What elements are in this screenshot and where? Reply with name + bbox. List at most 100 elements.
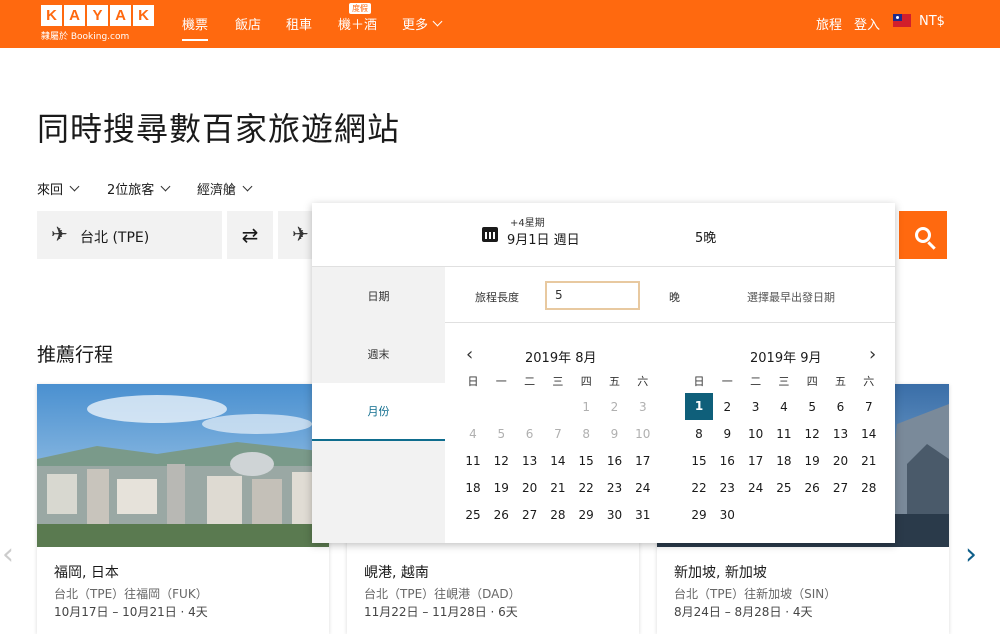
- calendar-day[interactable]: 6: [516, 422, 544, 446]
- calendar-day[interactable]: 7: [855, 395, 883, 419]
- calendar-day[interactable]: 12: [798, 422, 826, 446]
- calendar-day[interactable]: 16: [601, 449, 629, 473]
- calendar-day[interactable]: 11: [459, 449, 487, 473]
- calendar-day[interactable]: 13: [516, 449, 544, 473]
- trip-type-dropdown[interactable]: 來回: [37, 179, 80, 198]
- calendar-day[interactable]: 21: [855, 449, 883, 473]
- calendar-day[interactable]: 29: [685, 503, 713, 527]
- calendar-day[interactable]: 2: [713, 395, 741, 419]
- calendar-day[interactable]: 17: [629, 449, 657, 473]
- nav-trips[interactable]: 旅程: [816, 14, 842, 33]
- calendar-day[interactable]: 1: [685, 393, 713, 420]
- calendar-day[interactable]: 6: [827, 395, 855, 419]
- nav-more[interactable]: 更多: [402, 14, 443, 33]
- calendar-day[interactable]: 3: [629, 395, 657, 419]
- weekday-label: 三: [778, 375, 790, 388]
- calendar-day[interactable]: 20: [827, 449, 855, 473]
- calendar-day[interactable]: 5: [487, 422, 515, 446]
- calendar-day[interactable]: 27: [827, 476, 855, 500]
- origin-value: 台北 (TPE): [80, 230, 150, 246]
- calendar-day[interactable]: 11: [770, 422, 798, 446]
- calendar-day[interactable]: 4: [459, 422, 487, 446]
- tab-months[interactable]: 月份: [312, 383, 445, 441]
- calendar-day[interactable]: 25: [770, 476, 798, 500]
- calendar-day[interactable]: 23: [601, 476, 629, 500]
- calendar-day[interactable]: 10: [629, 422, 657, 446]
- calendar-day[interactable]: 20: [516, 476, 544, 500]
- recommend-card-fukuoka[interactable]: 福岡, 日本 台北（TPE）往福岡（FUK） 10月17日 – 10月21日 ·…: [37, 384, 329, 634]
- calendar-day[interactable]: 19: [487, 476, 515, 500]
- carousel-next-icon[interactable]: ›: [965, 537, 977, 572]
- pick-earliest-link[interactable]: 選擇最早出發日期: [747, 289, 835, 305]
- calendar-day[interactable]: 3: [742, 395, 770, 419]
- cabin-dropdown[interactable]: 經濟艙: [197, 179, 253, 198]
- calendar-day[interactable]: 27: [516, 503, 544, 527]
- calendar-day[interactable]: 24: [629, 476, 657, 500]
- weekday-label: 一: [495, 375, 507, 388]
- calendar-day[interactable]: 28: [855, 476, 883, 500]
- calendar-day[interactable]: 24: [742, 476, 770, 500]
- swap-button[interactable]: ⇄: [227, 211, 273, 259]
- calendar-day[interactable]: 10: [742, 422, 770, 446]
- calendar-day[interactable]: 17: [742, 449, 770, 473]
- calendar-day[interactable]: 18: [770, 449, 798, 473]
- trip-length-input[interactable]: 5: [545, 281, 640, 310]
- nights-field[interactable]: 5晚: [695, 227, 716, 246]
- date-picker-popup: +4星期 9月1日 週日 5晚 日期 週末 月份 旅程長度 5 晚 選擇最早出發…: [312, 203, 895, 543]
- currency-selector[interactable]: NT$: [919, 14, 945, 29]
- calendar-day[interactable]: 9: [601, 422, 629, 446]
- chevron-down-icon: [160, 181, 171, 192]
- calendar-day[interactable]: 18: [459, 476, 487, 500]
- calendar-day[interactable]: 13: [827, 422, 855, 446]
- calendar-day[interactable]: 29: [572, 503, 600, 527]
- calendar-day[interactable]: 21: [544, 476, 572, 500]
- chevron-down-icon: [242, 181, 253, 192]
- calendar-day[interactable]: 5: [798, 395, 826, 419]
- calendar-day[interactable]: 22: [685, 476, 713, 500]
- nav-flights[interactable]: 機票: [182, 14, 209, 41]
- calendar-day[interactable]: 12: [487, 449, 515, 473]
- travelers-dropdown[interactable]: 2位旅客: [107, 179, 171, 198]
- cabin-label: 經濟艙: [197, 183, 237, 198]
- origin-field[interactable]: ✈ 台北 (TPE): [37, 211, 222, 259]
- kayak-logo[interactable]: K A Y A K: [41, 5, 154, 26]
- tab-weekends[interactable]: 週末: [312, 325, 445, 383]
- carousel-prev-icon[interactable]: ‹: [2, 537, 14, 572]
- weekday-label: 二: [524, 375, 536, 388]
- calendar-day[interactable]: 15: [685, 449, 713, 473]
- calendar-day[interactable]: 30: [601, 503, 629, 527]
- calendar-day[interactable]: 30: [713, 503, 741, 527]
- calendar-day[interactable]: 15: [572, 449, 600, 473]
- calendar-day[interactable]: 23: [713, 476, 741, 500]
- calendar-day[interactable]: 16: [713, 449, 741, 473]
- calendar-day[interactable]: 4: [770, 395, 798, 419]
- calendar-day[interactable]: 14: [855, 422, 883, 446]
- calendar-day[interactable]: 8: [685, 422, 713, 446]
- taiwan-flag-icon[interactable]: [893, 14, 911, 27]
- card-route: 台北（TPE）往峴港（DAD）: [364, 587, 521, 601]
- calendar-day[interactable]: 26: [487, 503, 515, 527]
- nav-packages[interactable]: 機＋酒: [338, 14, 377, 33]
- calendar-next-icon[interactable]: ›: [869, 344, 876, 365]
- calendar-day[interactable]: 7: [544, 422, 572, 446]
- search-button[interactable]: [899, 211, 947, 259]
- calendar-day[interactable]: 28: [544, 503, 572, 527]
- nav-login[interactable]: 登入: [854, 14, 880, 33]
- calendar-day[interactable]: 14: [544, 449, 572, 473]
- nav-cars[interactable]: 租車: [286, 14, 312, 33]
- calendar-day[interactable]: 22: [572, 476, 600, 500]
- start-date-field[interactable]: 9月1日 週日: [507, 229, 580, 248]
- weekday-label: 二: [750, 375, 762, 388]
- calendar-day[interactable]: 19: [798, 449, 826, 473]
- calendar-day[interactable]: 31: [629, 503, 657, 527]
- calendar-day[interactable]: 1: [572, 395, 600, 419]
- calendar-day[interactable]: 25: [459, 503, 487, 527]
- calendar-day[interactable]: 2: [601, 395, 629, 419]
- calendar-day[interactable]: 26: [798, 476, 826, 500]
- nav-hotels[interactable]: 飯店: [235, 14, 261, 33]
- recommend-title: 推薦行程: [37, 344, 114, 366]
- calendar-day[interactable]: 9: [713, 422, 741, 446]
- calendar-day[interactable]: 8: [572, 422, 600, 446]
- calendar-prev-icon[interactable]: ‹: [466, 344, 473, 365]
- tab-dates[interactable]: 日期: [312, 267, 445, 325]
